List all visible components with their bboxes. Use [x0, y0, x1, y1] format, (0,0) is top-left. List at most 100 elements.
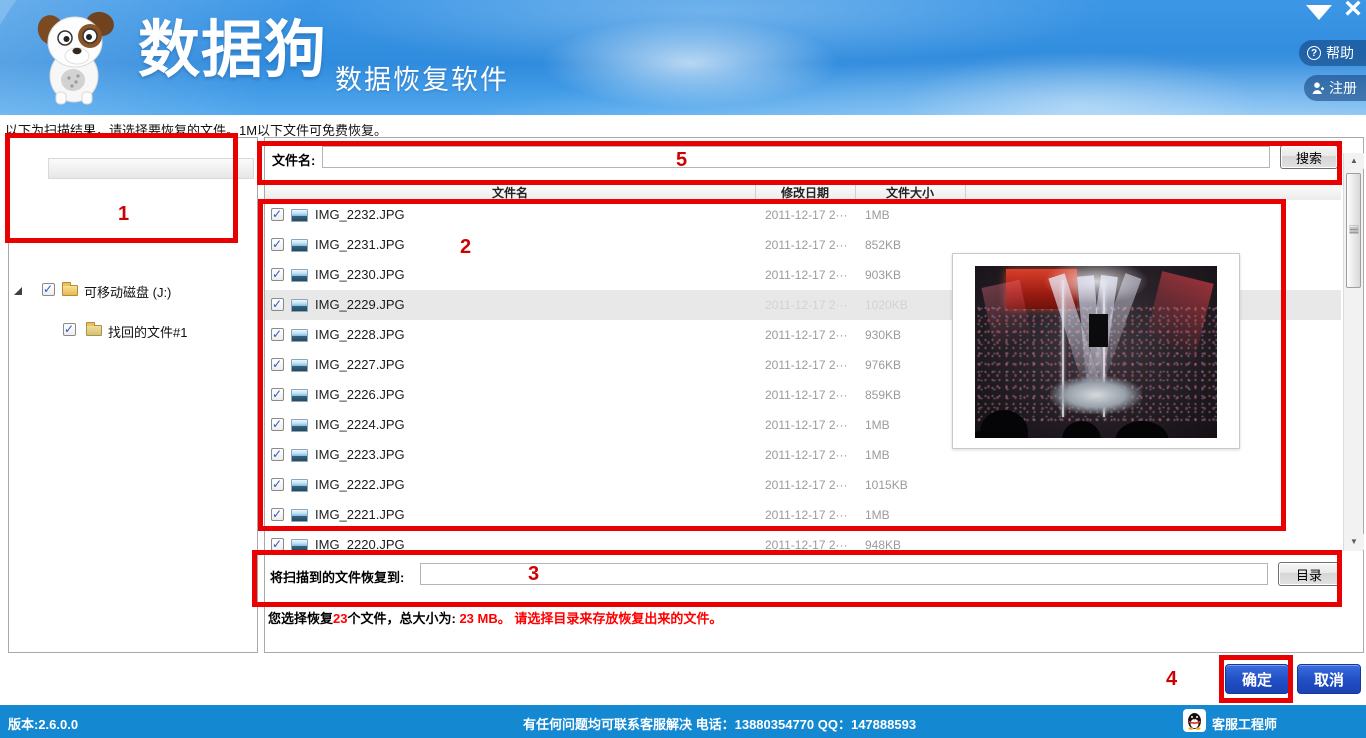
app-subtitle: 数据恢复软件 — [335, 58, 509, 97]
file-date: 2011-12-17 2··· — [765, 448, 848, 462]
file-name: IMG_2230.JPG — [315, 267, 405, 282]
filename-search-label: 文件名: — [272, 150, 315, 169]
image-file-icon — [291, 509, 308, 522]
tree-item-removable-disk[interactable]: 可移动磁盘 (J:) — [0, 141, 258, 162]
app-title: 数据狗 — [138, 18, 327, 84]
file-name: IMG_2221.JPG — [315, 507, 405, 522]
image-file-icon — [291, 269, 308, 282]
file-name: IMG_2231.JPG — [315, 237, 405, 252]
file-checkbox[interactable] — [271, 418, 284, 431]
image-file-icon — [291, 479, 308, 492]
file-checkbox[interactable] — [271, 238, 284, 251]
file-checkbox[interactable] — [271, 448, 284, 461]
image-preview-panel — [952, 253, 1240, 449]
file-checkbox[interactable] — [271, 478, 284, 491]
file-checkbox[interactable] — [271, 268, 284, 281]
scrollbar-thumb[interactable] — [1346, 173, 1361, 288]
file-size: 930KB — [865, 328, 901, 342]
image-file-icon — [291, 239, 308, 252]
minimize-button[interactable] — [1306, 5, 1332, 20]
file-date: 2011-12-17 2··· — [765, 268, 848, 282]
file-size: 948KB — [865, 538, 901, 552]
file-date: 2011-12-17 2··· — [765, 418, 848, 432]
qq-penguin-icon[interactable] — [1183, 709, 1206, 732]
recover-path-input[interactable] — [420, 563, 1268, 585]
support-engineer-label[interactable]: 客服工程师 — [1212, 714, 1277, 733]
image-file-icon — [291, 359, 308, 372]
file-date: 2011-12-17 2··· — [765, 208, 848, 222]
image-file-icon — [291, 389, 308, 402]
filename-search-input[interactable] — [322, 146, 1270, 168]
file-date: 2011-12-17 2··· — [765, 388, 848, 402]
file-size: 1MB — [865, 508, 890, 522]
file-name: IMG_2226.JPG — [315, 387, 405, 402]
file-name: IMG_2224.JPG — [315, 417, 405, 432]
file-name: IMG_2223.JPG — [315, 447, 405, 462]
file-size: 859KB — [865, 388, 901, 402]
tree-expander-icon[interactable] — [14, 287, 22, 295]
person-icon — [1312, 82, 1324, 95]
image-file-icon — [291, 419, 308, 432]
folder-tree-panel — [8, 137, 258, 653]
file-checkbox[interactable] — [271, 508, 284, 521]
image-file-icon — [291, 329, 308, 342]
file-date: 2011-12-17 2··· — [765, 298, 848, 312]
tree-item-label[interactable]: 可移动磁盘 (J:) — [84, 282, 171, 301]
file-size: 1MB — [865, 208, 890, 222]
folder-icon — [62, 285, 78, 296]
support-contact: 有任何问题均可联系客服解决 电话：13880354770 QQ：14788859… — [523, 714, 916, 733]
file-size: 1015KB — [865, 478, 908, 492]
ok-button[interactable]: 确定 — [1225, 664, 1289, 694]
summary-prefix: 您选择恢复 — [268, 611, 333, 626]
tree-checkbox[interactable] — [63, 323, 76, 336]
help-button[interactable]: ? 帮助 — [1299, 40, 1366, 66]
column-header-size[interactable]: 文件大小 — [855, 184, 965, 201]
column-separator — [965, 182, 966, 200]
file-checkbox[interactable] — [271, 208, 284, 221]
photo-speaker — [1089, 314, 1108, 347]
version-label: 版本:2.6.0.0 — [8, 714, 78, 733]
table-row[interactable]: IMG_2220.JPG 2011-12-17 2··· 948KB — [265, 530, 1341, 553]
image-file-icon — [291, 209, 308, 222]
close-button[interactable]: × — [1340, 0, 1366, 24]
image-file-icon — [291, 299, 308, 312]
directory-button[interactable]: 目录 — [1278, 562, 1340, 586]
app-window: 数据狗 数据恢复软件 × ? 帮助 注册 以下为扫描结果，请选择要恢复的文件。1… — [0, 0, 1366, 738]
column-header-filename[interactable]: 文件名 — [265, 184, 755, 201]
dog-logo-icon — [36, 8, 120, 106]
file-checkbox[interactable] — [271, 328, 284, 341]
table-row[interactable]: IMG_2221.JPG 2011-12-17 2··· 1MB — [265, 500, 1341, 530]
table-row[interactable]: IMG_2222.JPG 2011-12-17 2··· 1015KB — [265, 470, 1341, 500]
cancel-button[interactable]: 取消 — [1297, 664, 1361, 694]
file-checkbox[interactable] — [271, 388, 284, 401]
file-name: IMG_2227.JPG — [315, 357, 405, 372]
column-header-date[interactable]: 修改日期 — [755, 184, 855, 201]
scroll-down-button[interactable]: ▼ — [1344, 534, 1364, 550]
recover-to-label: 将扫描到的文件恢复到: — [270, 567, 404, 586]
file-date: 2011-12-17 2··· — [765, 358, 848, 372]
footer-bar: 版本:2.6.0.0 有任何问题均可联系客服解决 电话：13880354770 … — [0, 705, 1366, 738]
tree-checkbox[interactable] — [42, 283, 55, 296]
table-header: 文件名 修改日期 文件大小 — [265, 182, 1341, 201]
scroll-up-button[interactable]: ▲ — [1344, 153, 1364, 169]
file-date: 2011-12-17 2··· — [765, 538, 848, 552]
help-label: 帮助 — [1326, 43, 1354, 63]
file-checkbox[interactable] — [271, 358, 284, 371]
file-checkbox[interactable] — [271, 298, 284, 311]
file-checkbox[interactable] — [271, 538, 284, 551]
table-row[interactable]: IMG_2232.JPG 2011-12-17 2··· 1MB — [265, 200, 1341, 230]
search-button[interactable]: 搜索 — [1280, 145, 1338, 169]
file-date: 2011-12-17 2··· — [765, 478, 848, 492]
summary-size: 23 MB。 — [459, 611, 510, 626]
file-date: 2011-12-17 2··· — [765, 328, 848, 342]
register-button[interactable]: 注册 — [1304, 75, 1366, 101]
image-file-icon — [291, 449, 308, 462]
file-size: 1MB — [865, 448, 890, 462]
tree-item-recovered-files[interactable]: 找回的文件#1 — [0, 161, 258, 182]
vertical-scrollbar[interactable]: ▲ ▼ — [1343, 153, 1363, 551]
file-date: 2011-12-17 2··· — [765, 238, 848, 252]
annotation-number-4: 4 — [1166, 668, 1177, 691]
tree-item-label[interactable]: 找回的文件#1 — [108, 322, 187, 341]
column-separator — [755, 182, 756, 200]
cloud-decoration — [540, 18, 840, 108]
